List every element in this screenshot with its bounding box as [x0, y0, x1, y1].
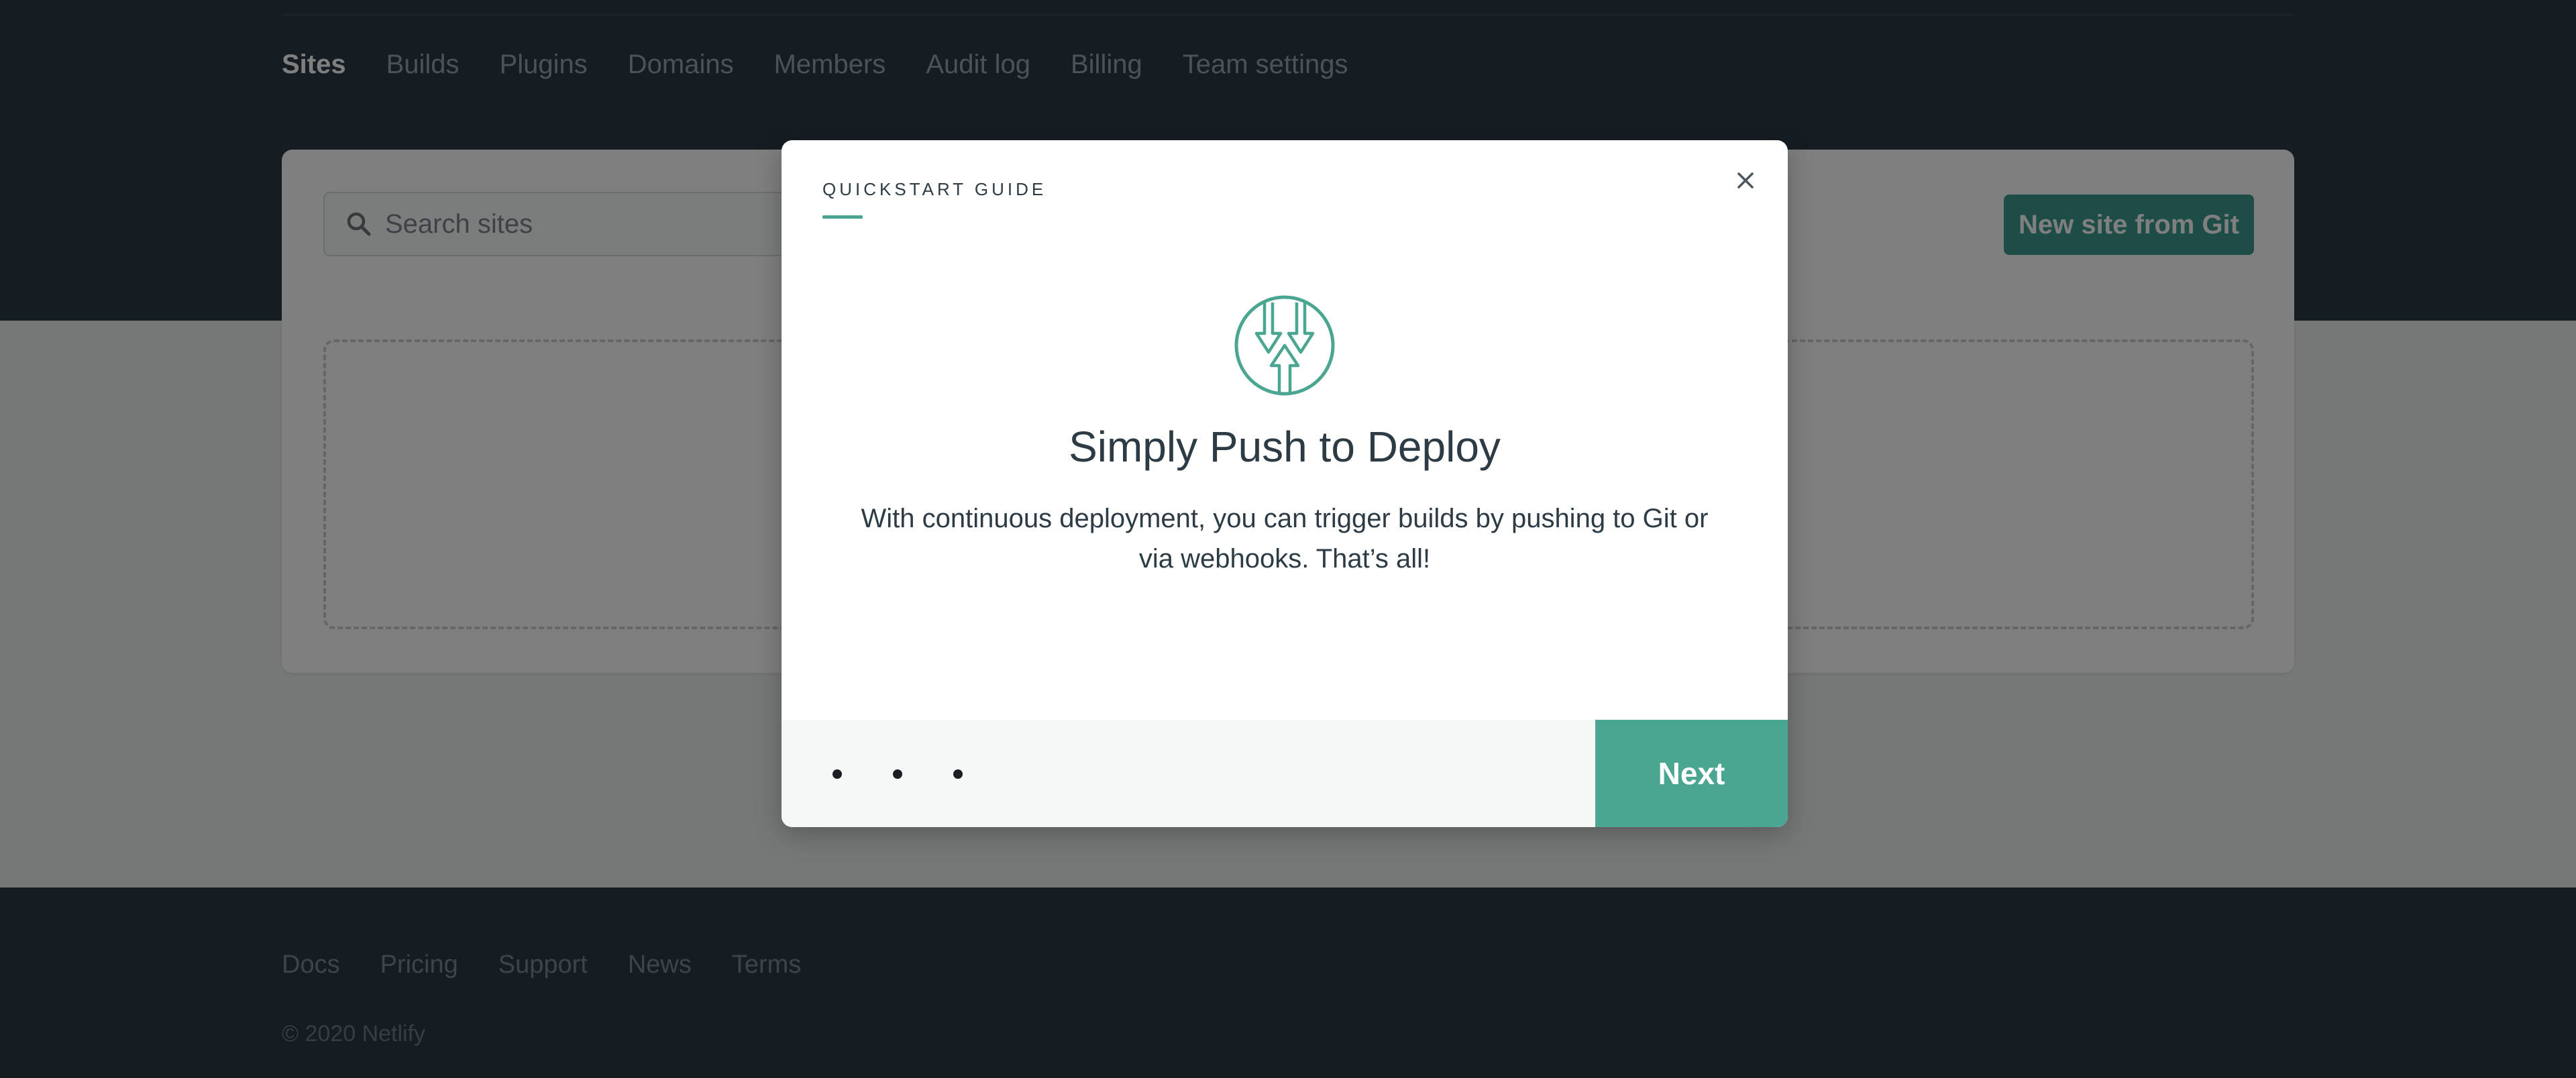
- step-indicator: [833, 769, 1014, 779]
- modal-kicker: QUICKSTART GUIDE: [822, 179, 1047, 199]
- step-dot-2[interactable]: [893, 769, 902, 779]
- close-button[interactable]: [1725, 160, 1766, 201]
- quickstart-modal: QUICKSTART GUIDE Simply Push to Deploy W…: [782, 140, 1788, 827]
- modal-body-text: With continuous deployment, you can trig…: [861, 504, 1709, 574]
- kicker-underline: [822, 215, 863, 219]
- step-dot-3[interactable]: [953, 769, 963, 779]
- modal-title: Simply Push to Deploy: [1069, 423, 1501, 471]
- step-dot-1[interactable]: [833, 769, 842, 779]
- next-button[interactable]: Next: [1595, 720, 1788, 827]
- push-deploy-icon: [1234, 295, 1335, 396]
- close-icon: [1737, 172, 1754, 188]
- modal-footer: Next: [782, 720, 1788, 827]
